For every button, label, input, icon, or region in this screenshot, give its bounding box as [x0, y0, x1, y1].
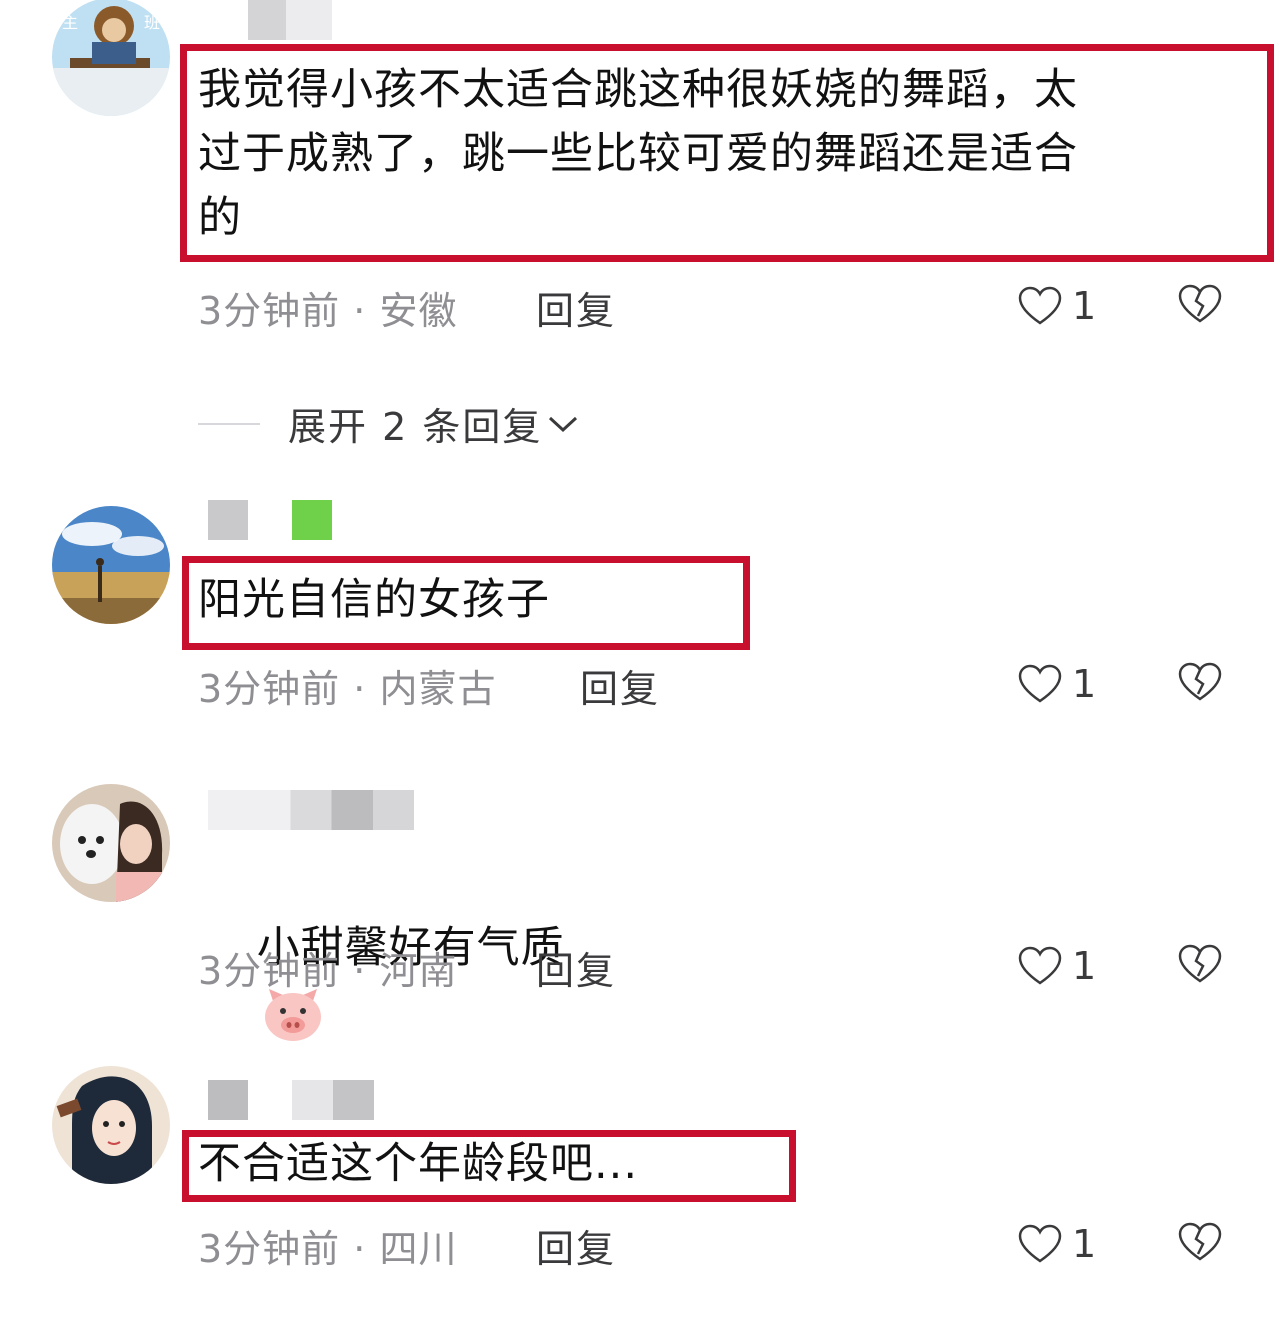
meta-separator: ·	[353, 667, 380, 711]
reply-button[interactable]: 回复	[580, 658, 660, 713]
like-count: 1	[1072, 662, 1097, 706]
meta-separator: ·	[353, 949, 380, 993]
comment-meta: 3分钟前 · 河南	[198, 940, 457, 995]
comment-meta: 3分钟前 · 内蒙古	[198, 658, 496, 713]
heart-icon	[1018, 946, 1062, 985]
meta-separator: ·	[353, 289, 380, 333]
expand-replies-button[interactable]: 展开 2 条回复	[198, 396, 580, 451]
comment-time: 3分钟前	[198, 1227, 341, 1271]
broken-heart-icon	[1178, 284, 1222, 323]
expand-replies-label: 展开 2 条回复	[288, 405, 543, 449]
like-button[interactable]: 1	[1018, 662, 1096, 706]
comment-meta: 3分钟前 · 四川	[198, 1218, 457, 1273]
comment-text: 我觉得小孩不太适合跳这种很妖娆的舞蹈，太 过于成熟了，跳一些比较可爱的舞蹈还是适…	[198, 65, 1078, 243]
dislike-button[interactable]	[1178, 284, 1222, 328]
username-blurred	[248, 0, 332, 40]
like-button[interactable]: 1	[1018, 944, 1096, 988]
broken-heart-icon	[1178, 1222, 1222, 1261]
avatar[interactable]: 主 班	[52, 0, 170, 116]
dislike-button[interactable]	[1178, 944, 1222, 988]
comment-time: 3分钟前	[198, 289, 341, 333]
reply-button[interactable]: 回复	[536, 1218, 616, 1273]
dislike-button[interactable]	[1178, 1222, 1222, 1266]
like-count: 1	[1072, 1222, 1097, 1266]
like-count: 1	[1072, 284, 1097, 328]
avatar[interactable]	[52, 1066, 170, 1184]
username-blurred	[208, 500, 248, 540]
username-blurred-2	[292, 1080, 374, 1120]
comment-location: 四川	[379, 1227, 458, 1271]
like-button[interactable]: 1	[1018, 1222, 1096, 1266]
avatar[interactable]	[52, 784, 170, 902]
divider-line	[198, 422, 260, 425]
comment-location: 河南	[379, 949, 458, 993]
username-blurred	[208, 1080, 248, 1120]
heart-icon	[1018, 286, 1062, 325]
username-blurred	[208, 790, 414, 830]
comment-location: 安徽	[379, 289, 458, 333]
chevron-down-icon	[549, 416, 578, 432]
comment-location: 内蒙古	[379, 667, 497, 711]
broken-heart-icon	[1178, 662, 1222, 701]
comment-text: 不合适这个年龄段吧...	[198, 1139, 639, 1189]
broken-heart-icon	[1178, 944, 1222, 983]
dislike-button[interactable]	[1178, 662, 1222, 706]
comment-time: 3分钟前	[198, 667, 341, 711]
svg-text:主: 主	[62, 13, 78, 32]
meta-separator: ·	[353, 1227, 380, 1271]
heart-icon	[1018, 1224, 1062, 1263]
svg-text:班: 班	[144, 13, 160, 32]
reply-button[interactable]: 回复	[536, 940, 616, 995]
avatar[interactable]	[52, 506, 170, 624]
comment-text: 阳光自信的女孩子	[198, 575, 550, 625]
heart-icon	[1018, 664, 1062, 703]
reply-button[interactable]: 回复	[536, 280, 616, 335]
comment-time: 3分钟前	[198, 949, 341, 993]
comment-meta: 3分钟前 · 安徽	[198, 280, 457, 335]
username-badge-blurred	[292, 500, 332, 540]
like-button[interactable]: 1	[1018, 284, 1096, 328]
like-count: 1	[1072, 944, 1097, 988]
